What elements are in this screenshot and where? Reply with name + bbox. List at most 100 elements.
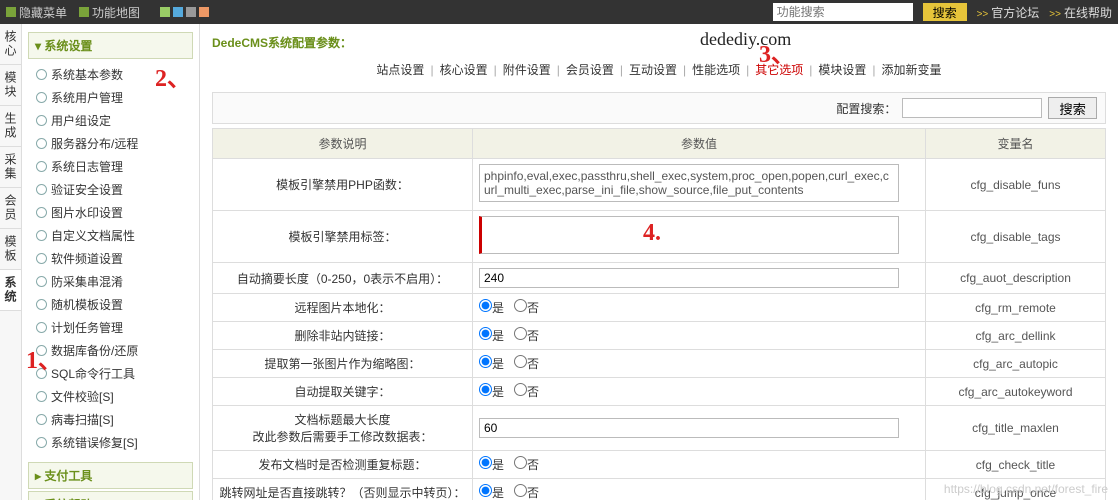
- config-radio-cfg_arc_autokeyword-否[interactable]: [514, 383, 527, 396]
- config-radio-label[interactable]: 是: [479, 301, 504, 315]
- config-varname: cfg_jump_once: [926, 479, 1106, 500]
- config-filter-input[interactable]: [902, 98, 1042, 118]
- theme-color-picker[interactable]: [160, 7, 209, 17]
- forum-link[interactable]: 官方论坛: [977, 4, 1040, 21]
- sidebar-link[interactable]: 系统用户管理: [51, 89, 123, 106]
- config-textarea-cfg_disable_funs[interactable]: [479, 164, 899, 202]
- config-radio-label[interactable]: 否: [514, 329, 539, 343]
- config-radio-label[interactable]: 否: [514, 385, 539, 399]
- sidebar-link[interactable]: 数据库备份/还原: [51, 342, 138, 359]
- config-radio-cfg_arc_autokeyword-是[interactable]: [479, 383, 492, 396]
- sidebar-item-0-10[interactable]: 随机模板设置: [36, 293, 193, 316]
- sidebar-item-0-6[interactable]: 图片水印设置: [36, 201, 193, 224]
- config-radio-cfg_check_title-否[interactable]: [514, 456, 527, 469]
- sidebar-item-0-0[interactable]: 系统基本参数: [36, 63, 193, 86]
- config-input-cfg_auot_description[interactable]: [479, 268, 899, 288]
- sidebar-link[interactable]: 病毒扫描[S]: [51, 411, 114, 428]
- sidebar-item-0-8[interactable]: 软件频道设置: [36, 247, 193, 270]
- theme-orange-icon[interactable]: [199, 7, 209, 17]
- sidebar-item-0-4[interactable]: 系统日志管理: [36, 155, 193, 178]
- config-radio-cfg_arc_dellink-是[interactable]: [479, 327, 492, 340]
- config-desc: 文档标题最大长度改此参数后需要手工修改数据表：: [213, 406, 473, 451]
- sidebar-link[interactable]: 验证安全设置: [51, 181, 123, 198]
- vtab-模板[interactable]: 模板: [0, 229, 21, 270]
- sidebar-item-0-15[interactable]: 病毒扫描[S]: [36, 408, 193, 431]
- sidebar-item-0-5[interactable]: 验证安全设置: [36, 178, 193, 201]
- function-search-input[interactable]: [773, 3, 913, 21]
- sidebar-item-0-7[interactable]: 自定义文档属性: [36, 224, 193, 247]
- config-tab-5[interactable]: 性能选项: [688, 63, 744, 77]
- func-map-link[interactable]: 功能地图: [79, 4, 140, 21]
- config-varname: cfg_title_maxlen: [926, 406, 1106, 451]
- config-radio-label[interactable]: 是: [479, 357, 504, 371]
- sidebar-item-0-3[interactable]: 服务器分布/远程: [36, 132, 193, 155]
- sidebar-item-0-12[interactable]: 数据库备份/还原: [36, 339, 193, 362]
- config-radio-cfg_check_title-是[interactable]: [479, 456, 492, 469]
- vtab-模块[interactable]: 模块: [0, 65, 21, 106]
- sidebar-item-0-14[interactable]: 文件校验[S]: [36, 385, 193, 408]
- sidebar-link[interactable]: 自定义文档属性: [51, 227, 135, 244]
- sidebar-item-0-2[interactable]: 用户组设定: [36, 109, 193, 132]
- sidebar-link[interactable]: 随机模板设置: [51, 296, 123, 313]
- theme-blue-icon[interactable]: [173, 7, 183, 17]
- config-table: 参数说明 参数值 变量名 模板引擎禁用PHP函数：cfg_disable_fun…: [212, 128, 1106, 500]
- config-radio-cfg_arc_dellink-否[interactable]: [514, 327, 527, 340]
- sidebar-link[interactable]: 防采集串混淆: [51, 273, 123, 290]
- config-tab-7[interactable]: 模块设置: [814, 63, 870, 77]
- config-radio-cfg_arc_autopic-否[interactable]: [514, 355, 527, 368]
- sidebar-link[interactable]: 系统错误修复[S]: [51, 434, 138, 451]
- online-help-link[interactable]: 在线帮助: [1049, 4, 1112, 21]
- config-radio-label[interactable]: 否: [514, 301, 539, 315]
- config-radio-cfg_jump_once-是[interactable]: [479, 484, 492, 497]
- sidebar-section-1[interactable]: 支付工具: [28, 462, 193, 489]
- sidebar-link[interactable]: 服务器分布/远程: [51, 135, 138, 152]
- sidebar-item-0-13[interactable]: SQL命令行工具: [36, 362, 193, 385]
- theme-green-icon[interactable]: [160, 7, 170, 17]
- config-radio-label[interactable]: 是: [479, 458, 504, 472]
- config-tab-8[interactable]: 添加新变量: [878, 63, 946, 77]
- sidebar-section-2[interactable]: 系统帮助: [28, 491, 193, 500]
- sidebar-link[interactable]: 系统日志管理: [51, 158, 123, 175]
- config-tab-3[interactable]: 会员设置: [562, 63, 618, 77]
- config-radio-label[interactable]: 否: [514, 486, 539, 500]
- config-radio-cfg_jump_once-否[interactable]: [514, 484, 527, 497]
- config-input-cfg_title_maxlen[interactable]: [479, 418, 899, 438]
- config-tab-2[interactable]: 附件设置: [499, 63, 555, 77]
- sidebar-link[interactable]: SQL命令行工具: [51, 365, 135, 382]
- vtab-会员[interactable]: 会员: [0, 188, 21, 229]
- config-value-cell: [473, 406, 926, 451]
- function-search-button[interactable]: 搜索: [923, 3, 967, 21]
- config-tab-4[interactable]: 互动设置: [625, 63, 681, 77]
- config-tab-1[interactable]: 核心设置: [436, 63, 492, 77]
- sidebar-link[interactable]: 软件频道设置: [51, 250, 123, 267]
- config-radio-label[interactable]: 是: [479, 329, 504, 343]
- config-radio-label[interactable]: 是: [479, 486, 504, 500]
- vtab-核心[interactable]: 核心: [0, 24, 21, 65]
- config-textarea-cfg_disable_tags[interactable]: [479, 216, 899, 254]
- sidebar-item-0-1[interactable]: 系统用户管理: [36, 86, 193, 109]
- hide-menu-link[interactable]: 隐藏菜单: [6, 4, 67, 21]
- config-radio-label[interactable]: 否: [514, 357, 539, 371]
- config-radio-cfg_arc_autopic-是[interactable]: [479, 355, 492, 368]
- config-radio-cfg_rm_remote-否[interactable]: [514, 299, 527, 312]
- sidebar-link[interactable]: 系统基本参数: [51, 66, 123, 83]
- sidebar-link[interactable]: 计划任务管理: [51, 319, 123, 336]
- config-tab-0[interactable]: 站点设置: [372, 63, 428, 77]
- config-filter-button[interactable]: 搜索: [1048, 97, 1097, 119]
- sidebar-item-0-9[interactable]: 防采集串混淆: [36, 270, 193, 293]
- sidebar-item-0-11[interactable]: 计划任务管理: [36, 316, 193, 339]
- vtab-系统[interactable]: 系统: [0, 270, 21, 311]
- sidebar-link[interactable]: 用户组设定: [51, 112, 111, 129]
- theme-gray-icon[interactable]: [186, 7, 196, 17]
- sidebar-link[interactable]: 文件校验[S]: [51, 388, 114, 405]
- sidebar-item-0-16[interactable]: 系统错误修复[S]: [36, 431, 193, 454]
- vtab-生成[interactable]: 生成: [0, 106, 21, 147]
- config-radio-cfg_rm_remote-是[interactable]: [479, 299, 492, 312]
- config-desc: 模板引擎禁用标签：: [213, 211, 473, 263]
- config-tab-6[interactable]: 其它选项: [751, 63, 807, 77]
- sidebar-section-0[interactable]: 系统设置: [28, 32, 193, 59]
- config-radio-label[interactable]: 是: [479, 385, 504, 399]
- vtab-采集[interactable]: 采集: [0, 147, 21, 188]
- sidebar-link[interactable]: 图片水印设置: [51, 204, 123, 221]
- config-radio-label[interactable]: 否: [514, 458, 539, 472]
